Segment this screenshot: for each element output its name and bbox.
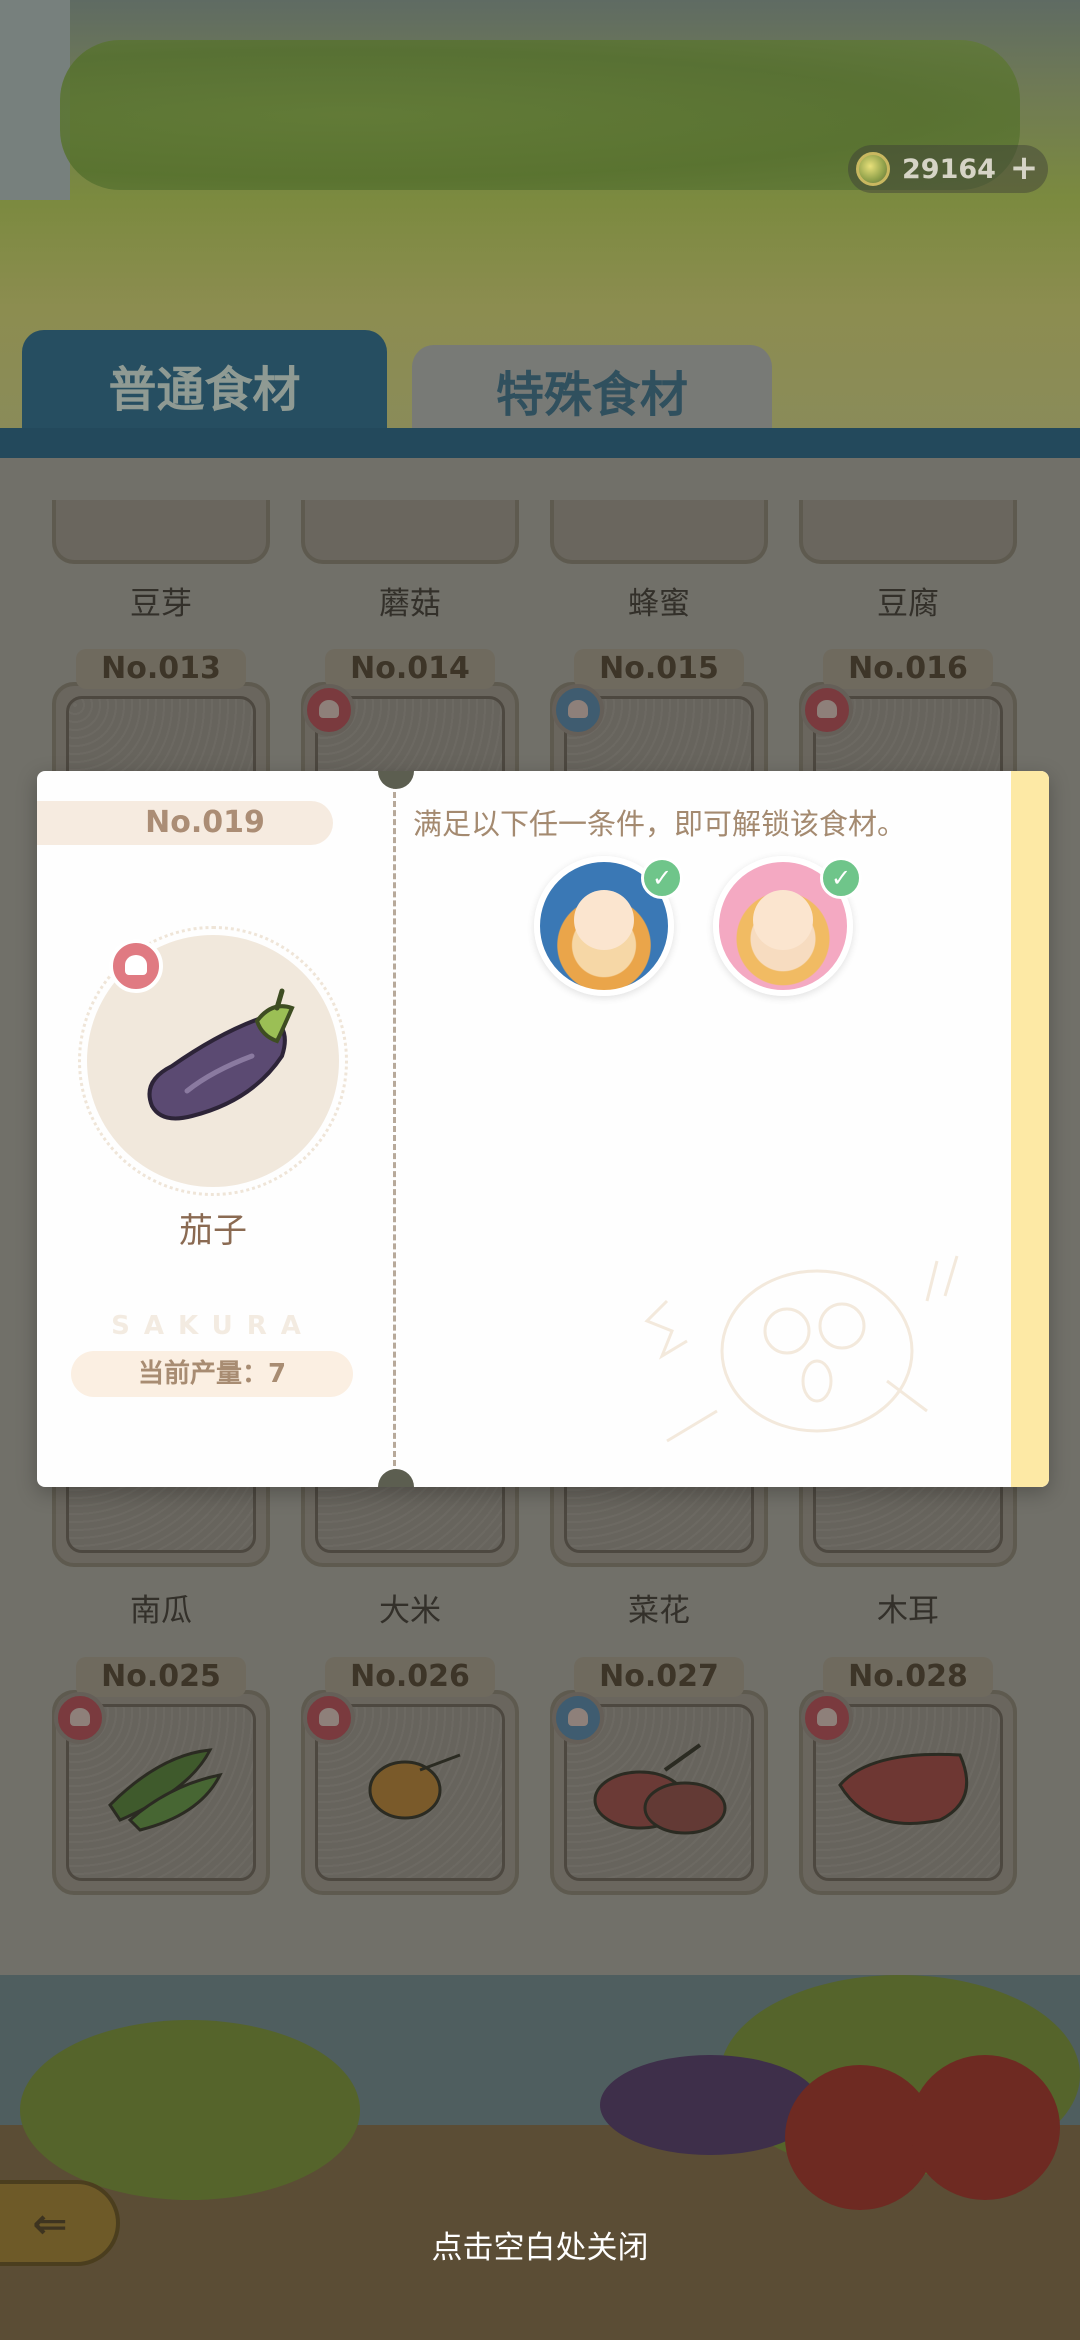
mascot-outline-icon xyxy=(644,1255,959,1443)
add-coins-button[interactable]: + xyxy=(1008,151,1040,185)
tab-normal-ingredients[interactable]: 普通食材 xyxy=(22,330,387,440)
chef-hat-icon xyxy=(109,939,163,993)
modal-divider xyxy=(393,783,396,1475)
tomato-decoration xyxy=(910,2055,1060,2200)
steak-icon xyxy=(838,1752,969,1825)
ingredient-number: No.015 xyxy=(574,649,744,689)
close-hint[interactable]: 点击空白处关闭 xyxy=(0,2222,1080,2267)
ingredient-card[interactable] xyxy=(301,500,519,564)
chef-hat-icon xyxy=(303,1692,355,1744)
ingredient-number: No.028 xyxy=(823,1657,993,1697)
ingredient-card[interactable] xyxy=(550,500,768,564)
ingredient-number: No.014 xyxy=(325,649,495,689)
ingredient-name: 木耳 xyxy=(877,1593,939,1629)
ingredient-name: 蜂蜜 xyxy=(628,586,690,622)
ingredient-name: 菜花 xyxy=(628,1593,690,1629)
ingredient-name: 大米 xyxy=(379,1593,441,1629)
ingredient-name: 豆腐 xyxy=(877,586,939,622)
tab-bar xyxy=(0,428,1080,458)
modal-notch xyxy=(378,1469,414,1487)
pea-pod-icon xyxy=(108,1748,223,1832)
ingredient-name: 南瓜 xyxy=(130,1593,192,1629)
current-production: 当前产量：7 xyxy=(71,1351,353,1397)
sakura-watermark: SAKURA xyxy=(111,1311,315,1341)
ingredient-number: No.025 xyxy=(76,1657,246,1697)
unlock-condition-text: 满足以下任一条件，即可解锁该食材。 xyxy=(413,807,907,841)
ingredient-number: No.026 xyxy=(325,1657,495,1697)
chef-hat-icon xyxy=(54,1692,106,1744)
modal-side-stripe xyxy=(1011,771,1049,1487)
item-name: 茄子 xyxy=(179,1211,247,1251)
item-number: No.019 xyxy=(37,801,333,845)
shrimp-icon xyxy=(368,1753,461,1820)
coin-counter: 29164 + xyxy=(848,145,1048,193)
chef-hat-icon xyxy=(801,1692,853,1744)
ingredient-card[interactable] xyxy=(52,500,270,564)
chef-hat-icon xyxy=(303,684,355,736)
ingredient-card[interactable] xyxy=(799,500,1017,564)
chef-hat-icon xyxy=(801,684,853,736)
ingredient-number: No.013 xyxy=(76,649,246,689)
coin-icon xyxy=(856,152,890,186)
ingredient-name: 蘑菇 xyxy=(379,586,441,622)
check-icon: ✓ xyxy=(641,857,683,899)
check-icon: ✓ xyxy=(820,857,862,899)
tab-special-ingredients[interactable]: 特殊食材 xyxy=(412,345,772,435)
coin-value: 29164 xyxy=(902,153,996,185)
ingredient-detail-modal: No.019 茄子 SAKURA 当前产量：7 满足以下任一条件，即可解锁该食材… xyxy=(37,771,1049,1487)
ingredient-number: No.027 xyxy=(574,1657,744,1697)
meat-cuts-icon xyxy=(593,1743,727,1835)
eggplant-icon xyxy=(147,988,295,1121)
chef-hat-icon xyxy=(552,684,604,736)
ingredient-name: 豆芽 xyxy=(130,586,192,622)
modal-notch xyxy=(378,771,414,789)
background-bottom-scene xyxy=(0,1975,1080,2340)
ingredient-number: No.016 xyxy=(823,649,993,689)
